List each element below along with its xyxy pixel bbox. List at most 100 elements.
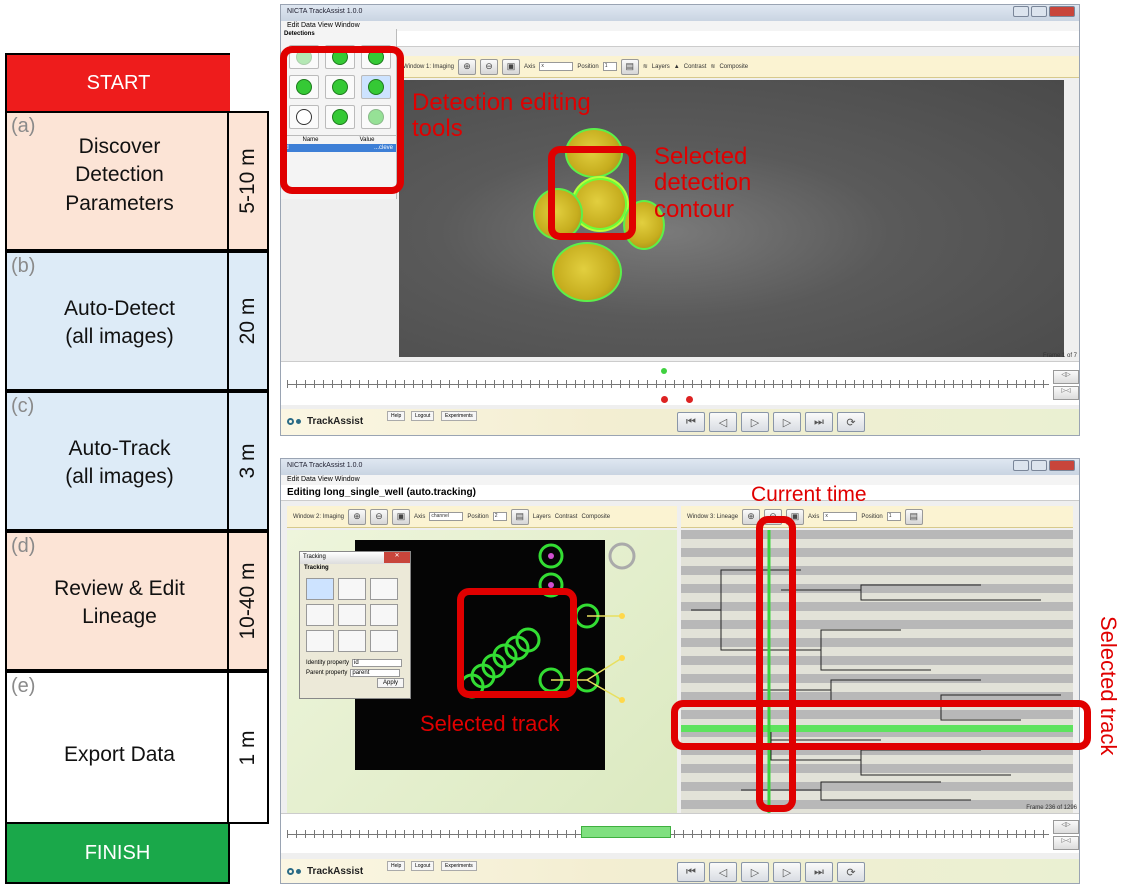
position-stepper[interactable]: 2: [492, 512, 507, 521]
expand-icon[interactable]: ◁▷: [1053, 820, 1079, 834]
contrast-label[interactable]: Contrast: [684, 64, 707, 70]
step-duration: 5-10 m: [227, 113, 267, 249]
axis-label: Axis: [524, 63, 536, 70]
step-label: (d): [11, 535, 36, 557]
merge-track-icon[interactable]: [370, 604, 398, 626]
position-label: Position: [467, 513, 489, 520]
apply-button[interactable]: Apply: [376, 678, 404, 688]
menu-bar[interactable]: Edit Data View Window: [281, 475, 1079, 485]
imaging-toolbar: Window 1: Imaging ⊕ ⊖ ▣ Axis x Position …: [397, 56, 1079, 78]
expand-icon[interactable]: ◁▷: [1053, 370, 1079, 384]
pointer-select-icon[interactable]: [338, 630, 366, 652]
selected-track-highlight: [457, 588, 577, 698]
logout-button[interactable]: Logout: [411, 411, 435, 421]
collapse-icon[interactable]: ▷◁: [1053, 836, 1079, 850]
step-title: Auto-Track (all images): [65, 437, 174, 489]
playback-controls: ⏮ ◁ ▷ ▷ ⏭ ⟳: [677, 412, 865, 432]
axis-select[interactable]: x: [539, 62, 574, 71]
composite-label[interactable]: Composite: [719, 64, 748, 70]
minimize-button[interactable]: [1013, 6, 1029, 17]
refresh-icon[interactable]: ⟳: [837, 862, 865, 882]
detection-tools-annotation: Detection editing tools: [412, 89, 591, 143]
timeline-selection[interactable]: [581, 826, 671, 838]
dialog-title: Tracking ✕: [300, 552, 410, 564]
tracking-dialog: Tracking ✕ Tracking Identity property id: [299, 551, 411, 699]
fit-icon[interactable]: ▣: [392, 508, 411, 525]
experiments-button[interactable]: Experiments: [441, 861, 477, 871]
finish-banner: FINISH: [5, 822, 230, 884]
section-label: Tracking: [304, 565, 329, 571]
next-frame-icon[interactable]: ▷: [773, 862, 801, 882]
layers-label[interactable]: Layers: [652, 64, 670, 70]
figure-root: START (a) Discover Detection Parameters …: [0, 0, 1127, 887]
timeline[interactable]: Frame 1 of 7 ◁▷ ▷◁: [281, 353, 1079, 405]
document-title: Editing long_single_well (auto.tracking): [281, 485, 1079, 501]
selected-contour-annotation: Selected detection contour: [654, 143, 752, 223]
zoom-out-icon[interactable]: ⊖: [480, 58, 499, 75]
zoom-in-icon[interactable]: ⊕: [458, 58, 477, 75]
imaging-toolbar: Window 2: Imaging ⊕ ⊖ ▣ Axis channel Pos…: [287, 506, 677, 528]
help-button[interactable]: Help: [387, 411, 406, 421]
help-button[interactable]: Help: [387, 861, 406, 871]
contrast-label[interactable]: Contrast: [555, 514, 578, 520]
position-stepper[interactable]: 1: [602, 62, 617, 71]
maximize-button[interactable]: [1031, 6, 1047, 17]
menu-bar[interactable]: Edit Data View Window: [281, 21, 1079, 31]
delete-link-icon[interactable]: [370, 578, 398, 600]
brand: TrackAssist: [287, 866, 363, 877]
lineage-toolbar: Window 3: Lineage ⊕ ⊖ ▣ Axis x Position …: [681, 506, 1073, 528]
maximize-button[interactable]: [1031, 460, 1047, 471]
close-button[interactable]: [1049, 6, 1075, 17]
experiments-button[interactable]: Experiments: [441, 411, 477, 421]
first-frame-icon[interactable]: ⏮: [677, 412, 705, 432]
layers-label[interactable]: Layers: [533, 514, 551, 520]
last-frame-icon[interactable]: ⏭: [805, 862, 833, 882]
contrast-icon[interactable]: ▲: [674, 64, 680, 70]
join-track-icon[interactable]: [338, 578, 366, 600]
logout-button[interactable]: Logout: [411, 861, 435, 871]
step-label: (b): [11, 255, 36, 277]
snapshot-icon[interactable]: ▤: [620, 58, 639, 75]
collapse-icon[interactable]: ▷◁: [1053, 386, 1079, 400]
frame-label: Frame 236 of 1296: [1026, 805, 1077, 811]
layers-icon[interactable]: ≋: [643, 63, 648, 70]
identity-property-row: Identity property id: [300, 658, 410, 668]
composite-label[interactable]: Composite: [581, 514, 610, 520]
snapshot-icon[interactable]: ▤: [904, 508, 923, 525]
play-icon[interactable]: ▷: [741, 862, 769, 882]
step-duration: 3 m: [227, 393, 267, 529]
step-a: (a) Discover Detection Parameters 5-10 m: [5, 111, 269, 251]
fit-icon[interactable]: ▣: [502, 58, 521, 75]
composite-icon[interactable]: ≋: [710, 63, 715, 70]
previous-frame-icon[interactable]: ◁: [709, 412, 737, 432]
zoom-in-icon[interactable]: ⊕: [348, 508, 367, 525]
timeline[interactable]: Frame 236 of 1296 ◁▷ ▷◁: [281, 805, 1079, 853]
play-icon[interactable]: ▷: [741, 412, 769, 432]
footer-bar: TrackAssist Help Logout Experiments ⏮ ◁ …: [281, 859, 1079, 883]
next-frame-icon[interactable]: ▷: [773, 412, 801, 432]
snapshot-icon[interactable]: ▤: [510, 508, 529, 525]
close-button[interactable]: [1049, 460, 1075, 471]
close-icon[interactable]: ✕: [384, 552, 410, 563]
lineage-view[interactable]: [681, 530, 1073, 822]
timeline-marker: [661, 396, 668, 403]
first-frame-icon[interactable]: ⏮: [677, 862, 705, 882]
previous-frame-icon[interactable]: ◁: [709, 862, 737, 882]
zoom-out-icon[interactable]: ⊖: [370, 508, 389, 525]
parent-property-input[interactable]: parent: [350, 669, 401, 677]
pair-track-icon[interactable]: [370, 630, 398, 652]
axis-select[interactable]: channel: [429, 512, 464, 521]
refresh-icon[interactable]: ⟳: [837, 412, 865, 432]
link-track-icon[interactable]: [306, 578, 334, 600]
minimize-button[interactable]: [1013, 460, 1029, 471]
axis-select[interactable]: x: [823, 512, 858, 521]
cell-detection[interactable]: [552, 242, 622, 302]
identity-property-input[interactable]: id: [352, 659, 403, 667]
step-title: Discover Detection Parameters: [65, 135, 174, 215]
branch-track-icon[interactable]: [306, 604, 334, 626]
last-frame-icon[interactable]: ⏭: [805, 412, 833, 432]
start-banner: START: [5, 53, 230, 113]
position-stepper[interactable]: 1: [886, 512, 901, 521]
list-track-icon[interactable]: [306, 630, 334, 652]
cut-track-icon[interactable]: [338, 604, 366, 626]
